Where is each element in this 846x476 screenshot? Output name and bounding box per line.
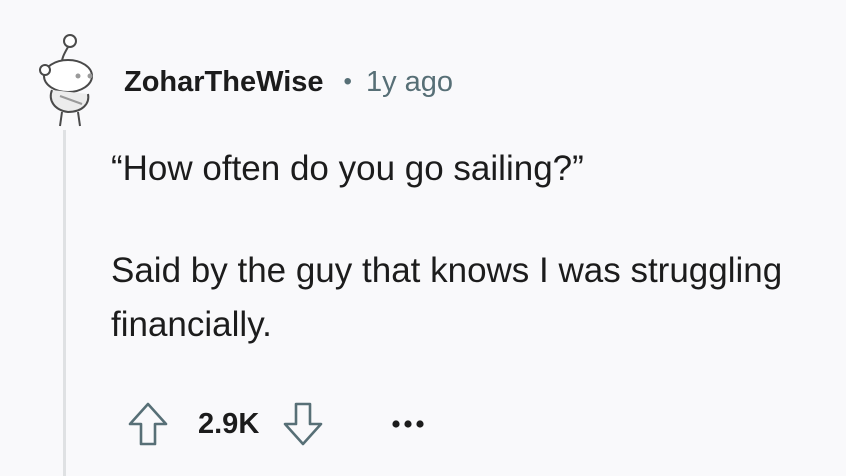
comment-paragraph: Said by the guy that knows I was struggl… — [111, 251, 783, 344]
comment-author[interactable]: ZoharTheWise — [124, 66, 324, 99]
user-avatar[interactable] — [38, 32, 102, 128]
comment-actions: 2.9K — [124, 396, 425, 452]
comment-body: “How often do you go sailing?” Said by t… — [111, 142, 811, 352]
upvote-button[interactable] — [124, 396, 172, 452]
comment-header: ZoharTheWise • 1y ago — [124, 62, 453, 102]
downvote-button[interactable] — [279, 396, 327, 452]
comment-timestamp[interactable]: 1y ago — [366, 66, 453, 99]
arrow-down-outline-icon — [283, 402, 323, 446]
comment-paragraph: “How often do you go sailing?” — [111, 149, 584, 188]
snoo-avatar-icon — [39, 34, 93, 127]
arrow-up-outline-icon — [128, 402, 168, 446]
more-horizontal-dots-icon — [392, 420, 424, 428]
more-options-button[interactable] — [391, 396, 425, 452]
meta-separator: • — [343, 68, 352, 95]
comment-thread-line — [63, 130, 66, 476]
vote-score: 2.9K — [198, 407, 260, 440]
